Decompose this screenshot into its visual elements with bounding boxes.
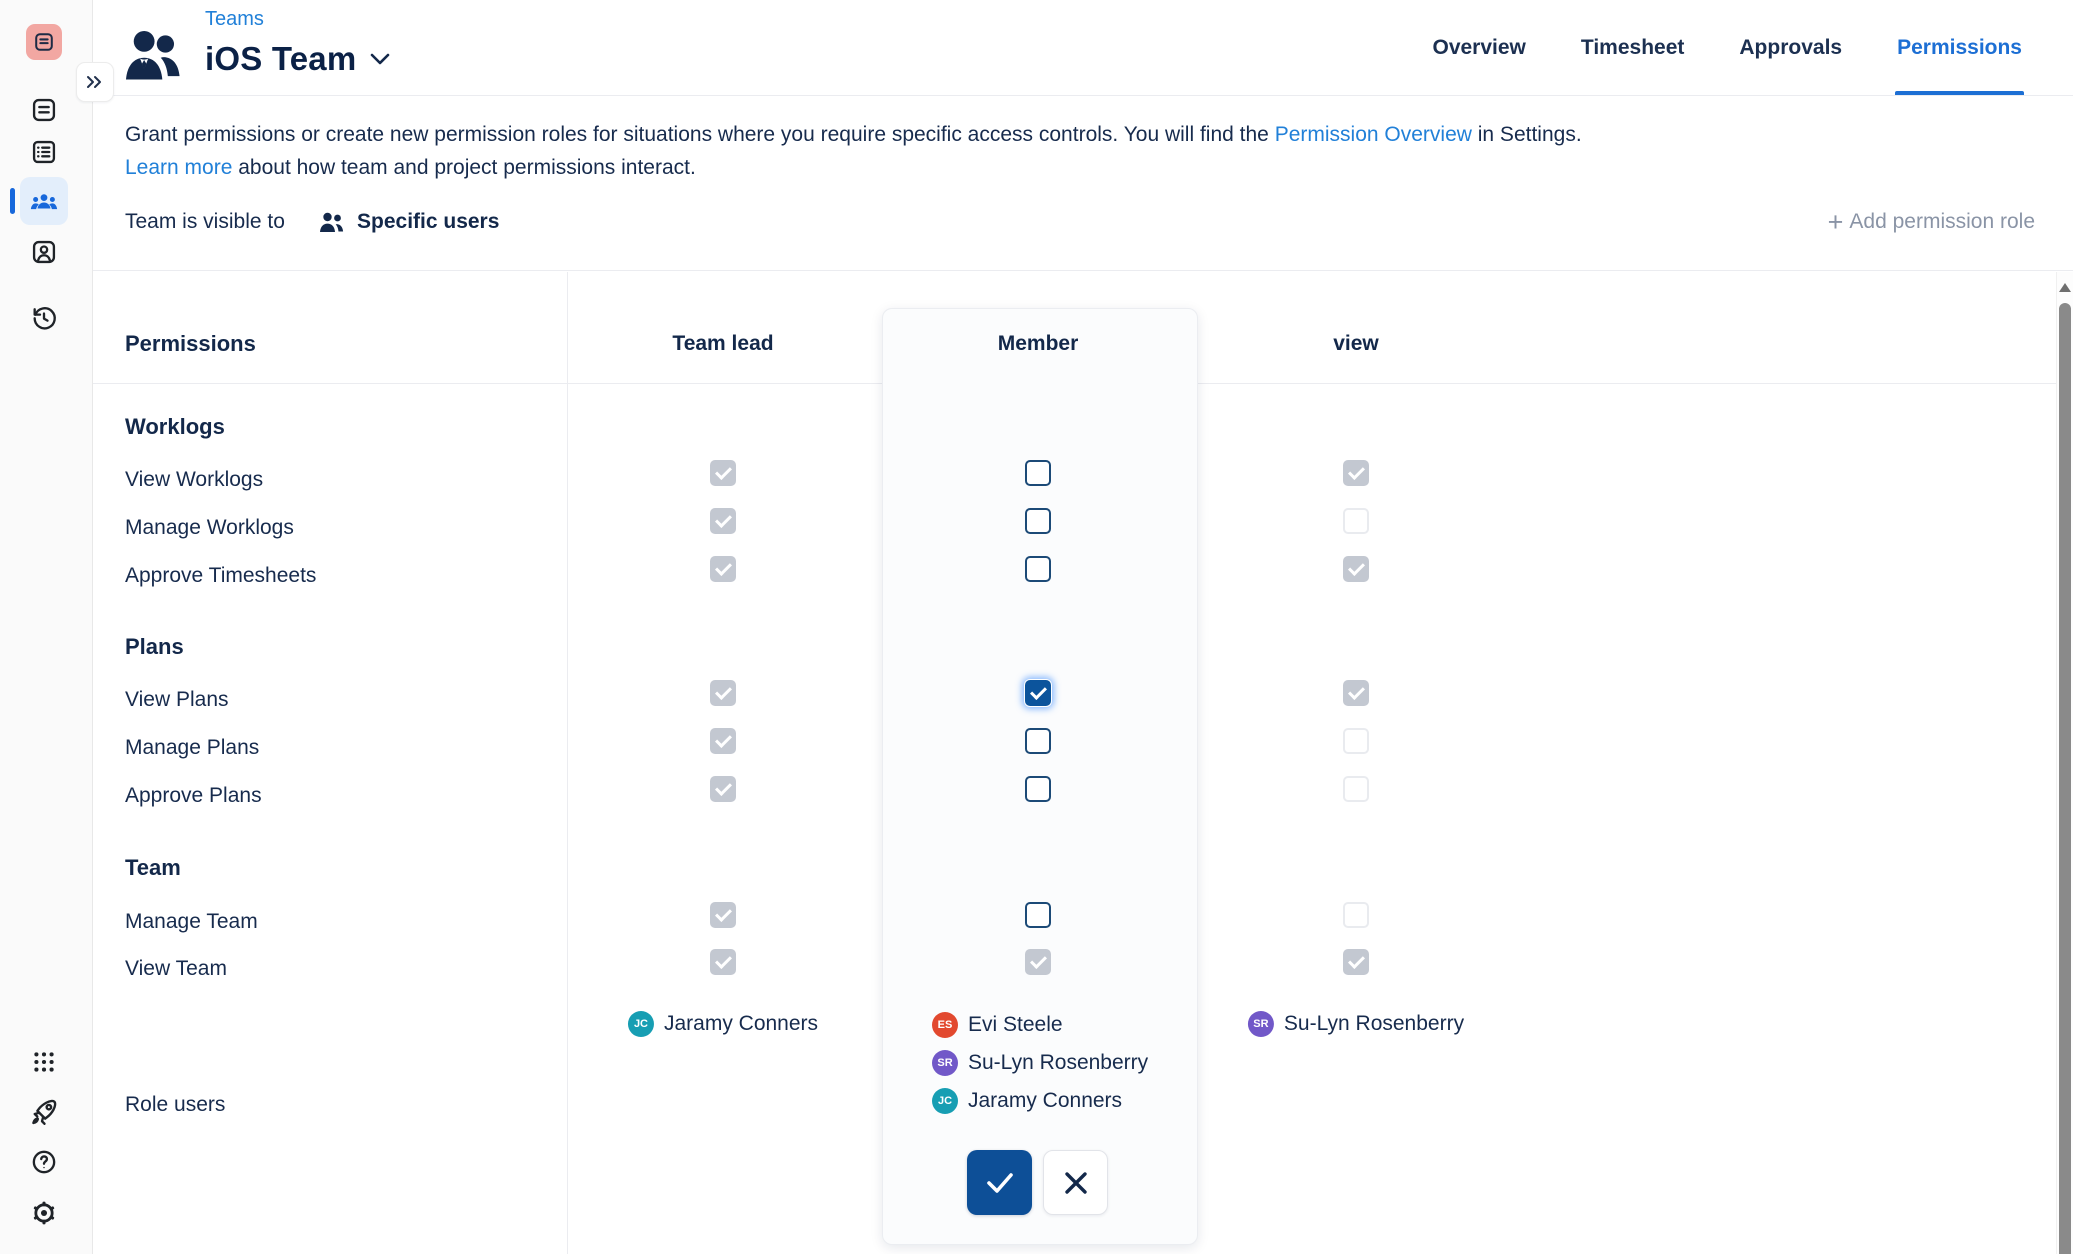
checkbox-approve-plans-team-lead <box>710 776 736 802</box>
checkbox-approve-timesheets-team-lead <box>710 556 736 582</box>
permissions-column-header: Permissions <box>125 331 256 357</box>
role-user-name: Su-Lyn Rosenberry <box>1284 1012 1464 1036</box>
cancel-button[interactable] <box>1043 1150 1108 1215</box>
role-user-name: Jaramy Conners <box>968 1089 1122 1113</box>
section-heading-worklogs: Worklogs <box>125 414 225 440</box>
avatar: ES <box>932 1012 958 1038</box>
check-icon <box>985 1171 1015 1195</box>
sidebar-expand-button[interactable] <box>76 62 114 102</box>
checkbox-approve-plans-view <box>1343 776 1369 802</box>
sidebar-active-indicator <box>10 188 15 214</box>
checkbox-manage-team-view <box>1343 902 1369 928</box>
checkbox-approve-timesheets-member[interactable] <box>1025 556 1051 582</box>
column-header-member: Member <box>998 332 1079 356</box>
permissions-table: Permissions Team lead Member view Worklo… <box>0 0 2073 1254</box>
row-label-manage-team: Manage Team <box>125 910 258 934</box>
role-user-view: SR Su-Lyn Rosenberry <box>1248 1011 1464 1037</box>
apps-grid-icon[interactable] <box>20 1038 68 1086</box>
column-header-team-lead: Team lead <box>672 332 773 356</box>
teams-permissions-page: Teams iOS Team Overview Timesheet Approv… <box>0 0 2073 1254</box>
role-user-name: Su-Lyn Rosenberry <box>968 1051 1148 1075</box>
checkbox-view-worklogs-team-lead <box>710 460 736 486</box>
checkbox-view-team-member <box>1025 949 1051 975</box>
role-user-team-lead: JC Jaramy Conners <box>628 1011 818 1037</box>
role-users-label: Role users <box>125 1093 225 1117</box>
profile-icon[interactable] <box>20 228 68 276</box>
checkbox-manage-worklogs-view <box>1343 508 1369 534</box>
checkbox-manage-worklogs-team-lead <box>710 508 736 534</box>
checkbox-manage-worklogs-member[interactable] <box>1025 508 1051 534</box>
checkbox-view-plans-view <box>1343 680 1369 706</box>
sidebar-item-teams[interactable] <box>20 177 68 225</box>
rocket-icon[interactable] <box>20 1088 68 1136</box>
row-label-manage-worklogs: Manage Worklogs <box>125 516 294 540</box>
help-icon[interactable] <box>20 1138 68 1186</box>
row-label-approve-timesheets: Approve Timesheets <box>125 564 316 588</box>
avatar: JC <box>628 1011 654 1037</box>
row-label-approve-plans: Approve Plans <box>125 784 262 808</box>
checkbox-manage-team-team-lead <box>710 902 736 928</box>
role-user-member: ES Evi Steele <box>932 1012 1063 1038</box>
settings-gear-icon[interactable] <box>20 1189 68 1237</box>
checkbox-view-team-view <box>1343 949 1369 975</box>
timesheet-icon[interactable] <box>20 86 68 134</box>
history-icon[interactable] <box>20 294 68 342</box>
role-user-name: Jaramy Conners <box>664 1012 818 1036</box>
checkbox-manage-team-member[interactable] <box>1025 902 1051 928</box>
confirm-button[interactable] <box>967 1150 1032 1215</box>
row-label-view-worklogs: View Worklogs <box>125 468 263 492</box>
checkbox-approve-timesheets-view <box>1343 556 1369 582</box>
row-label-view-team: View Team <box>125 957 227 981</box>
avatar: JC <box>932 1088 958 1114</box>
list-icon[interactable] <box>20 128 68 176</box>
checkbox-manage-plans-team-lead <box>710 728 736 754</box>
role-user-member: SR Su-Lyn Rosenberry <box>932 1050 1148 1076</box>
section-heading-team: Team <box>125 855 181 881</box>
row-label-view-plans: View Plans <box>125 688 229 712</box>
avatar: SR <box>932 1050 958 1076</box>
checkbox-approve-plans-member[interactable] <box>1025 776 1051 802</box>
checkbox-view-plans-member[interactable] <box>1025 680 1051 706</box>
tempo-logo-icon[interactable] <box>26 24 62 60</box>
role-user-member: JC Jaramy Conners <box>932 1088 1122 1114</box>
row-label-manage-plans: Manage Plans <box>125 736 259 760</box>
close-icon <box>1063 1170 1089 1196</box>
role-user-name: Evi Steele <box>968 1013 1063 1037</box>
checkbox-view-team-team-lead <box>710 949 736 975</box>
checkbox-view-worklogs-view <box>1343 460 1369 486</box>
checkbox-manage-plans-view <box>1343 728 1369 754</box>
column-header-view: view <box>1333 332 1379 356</box>
sidebar <box>0 0 93 1254</box>
checkbox-manage-plans-member[interactable] <box>1025 728 1051 754</box>
checkbox-view-worklogs-member[interactable] <box>1025 460 1051 486</box>
checkbox-view-plans-team-lead <box>710 680 736 706</box>
avatar: SR <box>1248 1011 1274 1037</box>
section-heading-plans: Plans <box>125 634 184 660</box>
